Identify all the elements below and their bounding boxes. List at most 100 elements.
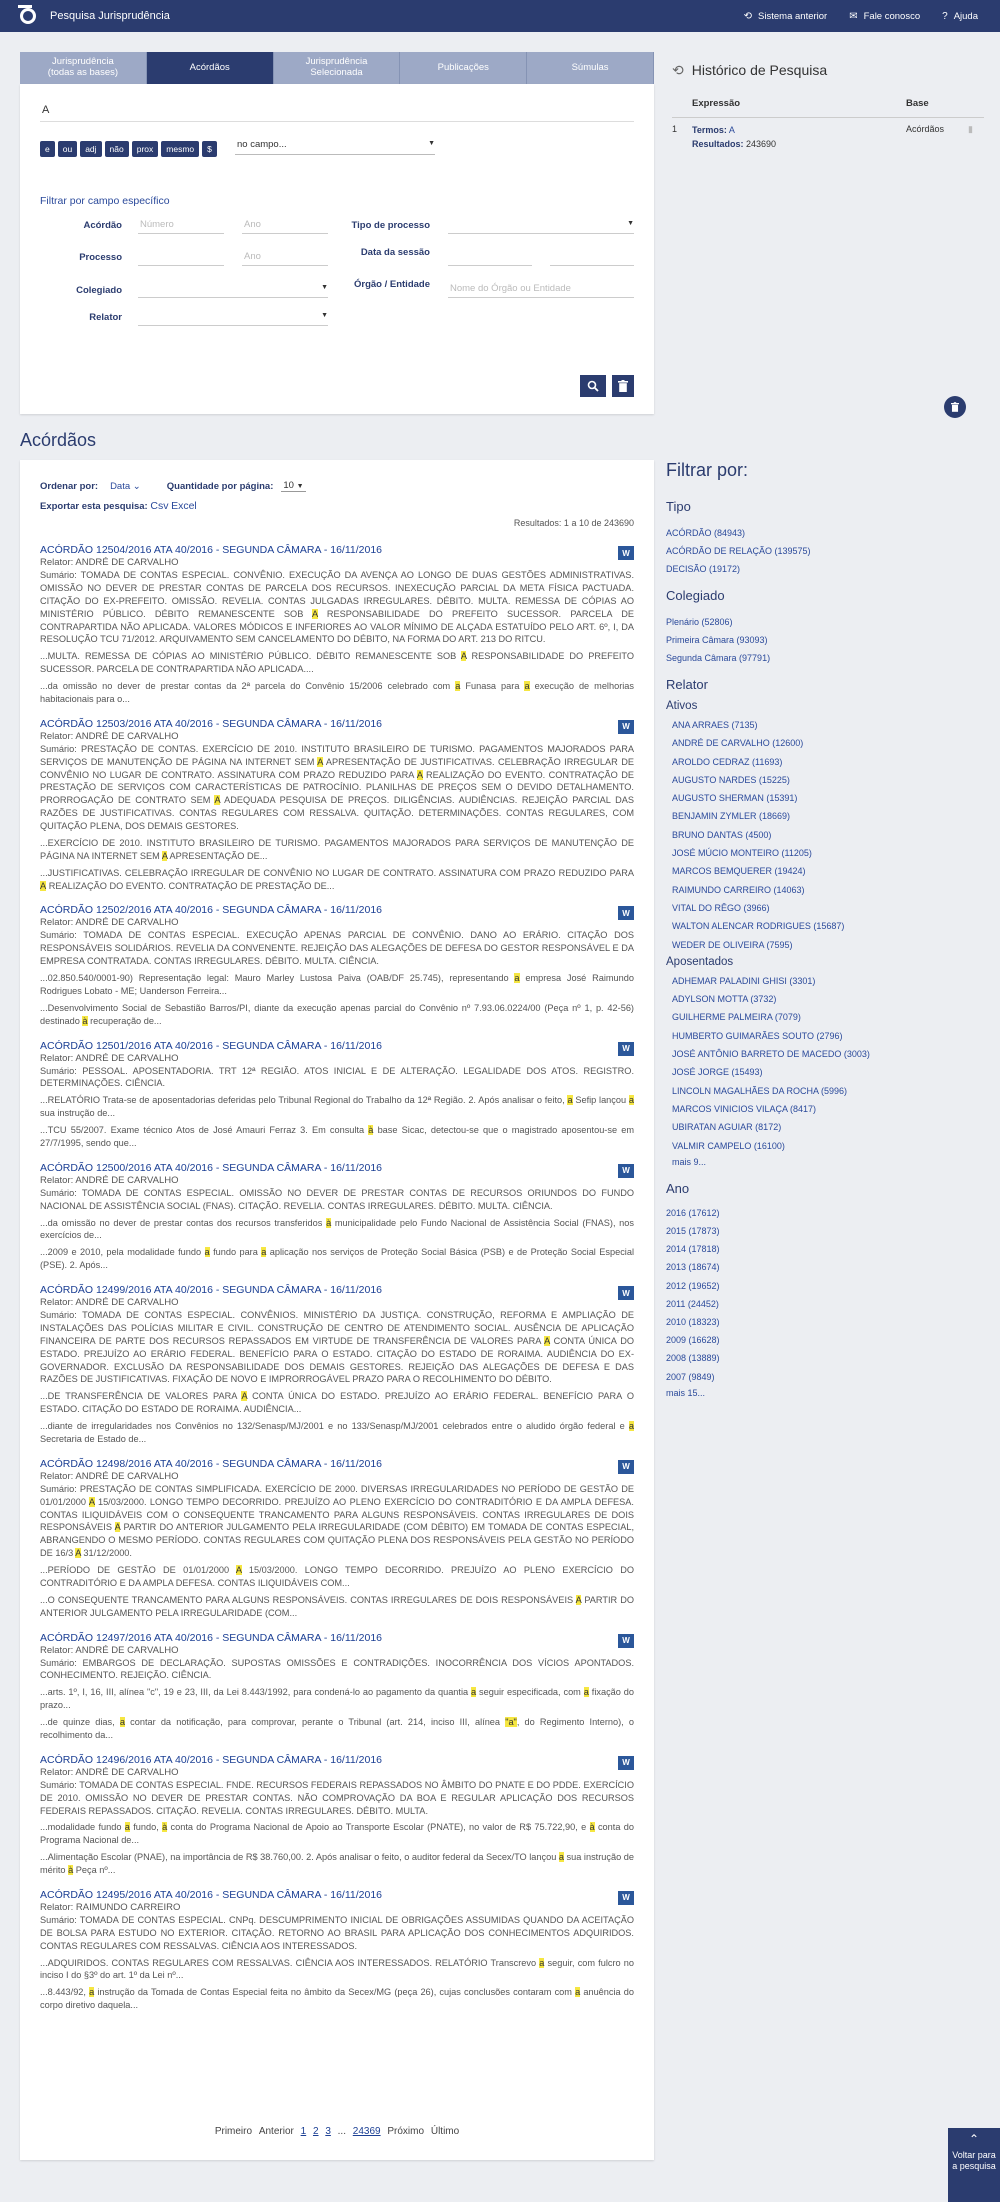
result-title-link[interactable]: ACÓRDÃO 12500/2016 ATA 40/2016 - SEGUNDA…	[40, 1162, 634, 1174]
word-doc-icon[interactable]: W	[618, 1633, 634, 1648]
operator-button-5[interactable]: mesmo	[161, 141, 200, 157]
word-doc-icon[interactable]: W	[618, 546, 634, 560]
help-link[interactable]: ? Ajuda	[942, 11, 978, 22]
search-query-input[interactable]: A	[40, 98, 634, 122]
facet-relator-ativo-1[interactable]: ANDRÉ DE CARVALHO (12600)	[672, 734, 984, 752]
page-link-1[interactable]: 1	[301, 2126, 307, 2137]
facet-relator-aposentado-4[interactable]: JOSÉ ANTÔNIO BARRETO DE MACEDO (3003)	[672, 1045, 984, 1063]
trash-icon[interactable]: ▮	[968, 124, 973, 135]
facet-tipo-item-2[interactable]: DECISÃO (19172)	[666, 560, 984, 578]
facet-relator-ativo-3[interactable]: AUGUSTO NARDES (15225)	[672, 771, 984, 789]
export-excel-link[interactable]: Excel	[171, 500, 197, 512]
facet-relator-ativo-11[interactable]: WALTON ALENCAR RODRIGUES (15687)	[672, 917, 984, 935]
facet-ano-item-6[interactable]: 2010 (18323)	[666, 1313, 984, 1331]
facet-relator-aposentado-2[interactable]: GUILHERME PALMEIRA (7079)	[672, 1008, 984, 1026]
facet-ano-item-9[interactable]: 2007 (9849)	[666, 1368, 984, 1386]
operator-button-4[interactable]: prox	[131, 141, 159, 157]
facet-relator-aposentado-9[interactable]: VALMIR CAMPELO (16100)	[672, 1137, 984, 1155]
processo-year-input[interactable]: Ano	[242, 251, 328, 266]
tab-0[interactable]: Jurisprudência (todas as bases)	[20, 52, 147, 84]
relator-select[interactable]: ▼	[138, 311, 328, 326]
facet-relator-aposentado-6[interactable]: LINCOLN MAGALHÃES DA ROCHA (5996)	[672, 1082, 984, 1100]
tab-1[interactable]: Acórdãos	[146, 52, 274, 84]
last-page-link[interactable]: Último	[431, 2126, 459, 2137]
clear-history-button[interactable]	[944, 396, 966, 418]
facet-ano-item-8[interactable]: 2008 (13889)	[666, 1349, 984, 1367]
facet-relator-ativo-10[interactable]: VITAL DO RÊGO (3966)	[672, 899, 984, 917]
clear-button[interactable]	[612, 375, 634, 397]
operator-button-1[interactable]: ou	[57, 141, 78, 157]
facet-relator-ativo-9[interactable]: RAIMUNDO CARREIRO (14063)	[672, 881, 984, 899]
result-title-link[interactable]: ACÓRDÃO 12495/2016 ATA 40/2016 - SEGUNDA…	[40, 1889, 634, 1901]
acordao-year-input[interactable]: Ano	[242, 219, 328, 234]
data-end-input[interactable]	[550, 251, 634, 266]
word-doc-icon[interactable]: W	[618, 1286, 634, 1300]
facet-ano-item-0[interactable]: 2016 (17612)	[666, 1204, 984, 1222]
word-doc-icon[interactable]: W	[618, 1163, 634, 1178]
first-page-link[interactable]: Primeiro	[215, 2126, 252, 2137]
facet-colegiado-item-2[interactable]: Segunda Câmara (97791)	[666, 649, 984, 667]
facet-colegiado-item-0[interactable]: Plenário (52806)	[666, 613, 984, 631]
order-select[interactable]: Data ⌄	[110, 481, 141, 492]
word-doc-icon[interactable]: W	[618, 906, 634, 921]
facet-ano-item-2[interactable]: 2014 (17818)	[666, 1240, 984, 1258]
result-title-link[interactable]: ACÓRDÃO 12504/2016 ATA 40/2016 - SEGUNDA…	[40, 544, 634, 556]
result-title-link[interactable]: ACÓRDÃO 12496/2016 ATA 40/2016 - SEGUNDA…	[40, 1754, 634, 1766]
facet-relator-ativo-0[interactable]: ANA ARRAES (7135)	[672, 716, 984, 734]
facet-tipo-item-0[interactable]: ACÓRDÃO (84943)	[666, 524, 984, 542]
facet-relator-ativo-6[interactable]: BRUNO DANTAS (4500)	[672, 826, 984, 844]
contact-link[interactable]: ✉ Fale conosco	[849, 11, 920, 22]
operator-button-6[interactable]: $	[202, 141, 217, 157]
prev-page-link[interactable]: Anterior	[259, 2126, 294, 2137]
processo-number-input[interactable]	[138, 251, 224, 266]
facet-relator-ativo-2[interactable]: AROLDO CEDRAZ (11693)	[672, 753, 984, 771]
word-doc-icon[interactable]: W	[618, 1459, 634, 1474]
facet-relator-ativo-12[interactable]: WEDER DE OLIVEIRA (7595)	[672, 936, 984, 954]
word-doc-icon[interactable]: W	[618, 1890, 634, 1905]
export-csv-link[interactable]: Csv	[150, 500, 168, 512]
relator-more-link[interactable]: mais 9...	[666, 1157, 984, 1167]
tcu-logo[interactable]	[16, 5, 42, 27]
result-title-link[interactable]: ACÓRDÃO 12501/2016 ATA 40/2016 - SEGUNDA…	[40, 1040, 634, 1052]
old-system-link[interactable]: ⟲ Sistema anterior	[744, 11, 828, 22]
qty-select[interactable]: 10 ▼	[281, 480, 306, 492]
result-title-link[interactable]: ACÓRDÃO 12499/2016 ATA 40/2016 - SEGUNDA…	[40, 1284, 634, 1296]
last-page-number[interactable]: 24369	[353, 2126, 381, 2137]
page-link-3[interactable]: 3	[325, 2126, 331, 2137]
facet-ano-item-4[interactable]: 2012 (19652)	[666, 1277, 984, 1295]
back-to-search-button[interactable]: ⌃ Voltar para a pesquisa	[948, 2128, 1000, 2202]
facet-relator-aposentado-8[interactable]: UBIRATAN AGUIAR (8172)	[672, 1118, 984, 1136]
word-doc-icon[interactable]: W	[618, 719, 634, 734]
facet-relator-ativo-7[interactable]: JOSÉ MÚCIO MONTEIRO (11205)	[672, 844, 984, 862]
facet-relator-ativo-8[interactable]: MARCOS BEMQUERER (19424)	[672, 862, 984, 880]
next-page-link[interactable]: Próximo	[387, 2126, 424, 2137]
facet-ano-item-3[interactable]: 2013 (18674)	[666, 1258, 984, 1276]
result-title-link[interactable]: ACÓRDÃO 12497/2016 ATA 40/2016 - SEGUNDA…	[40, 1632, 634, 1644]
word-doc-icon[interactable]: W	[618, 1755, 634, 1770]
orgao-input[interactable]: Nome do Órgão ou Entidade	[448, 283, 634, 298]
facet-relator-aposentado-5[interactable]: JOSÉ JORGE (15493)	[672, 1063, 984, 1081]
colegiado-select[interactable]: ▼	[138, 283, 328, 298]
page-link-2[interactable]: 2	[313, 2126, 319, 2137]
result-title-link[interactable]: ACÓRDÃO 12498/2016 ATA 40/2016 - SEGUNDA…	[40, 1458, 634, 1470]
operator-button-2[interactable]: adj	[80, 141, 102, 157]
facet-relator-ativo-5[interactable]: BENJAMIN ZYMLER (18669)	[672, 807, 984, 825]
facet-relator-ativo-4[interactable]: AUGUSTO SHERMAN (15391)	[672, 789, 984, 807]
facet-ano-item-7[interactable]: 2009 (16628)	[666, 1331, 984, 1349]
facet-relator-aposentado-1[interactable]: ADYLSON MOTTA (3732)	[672, 990, 984, 1008]
tab-3[interactable]: Publicações	[400, 52, 528, 84]
facet-tipo-item-1[interactable]: ACÓRDÃO DE RELAÇÃO (139575)	[666, 542, 984, 560]
operator-button-0[interactable]: e	[40, 141, 55, 157]
result-title-link[interactable]: ACÓRDÃO 12502/2016 ATA 40/2016 - SEGUNDA…	[40, 904, 634, 916]
data-start-input[interactable]	[448, 251, 532, 266]
tipo-processo-select[interactable]: ▼	[448, 219, 634, 234]
operator-button-3[interactable]: não	[104, 141, 129, 157]
acordao-number-input[interactable]: Número	[138, 219, 224, 234]
tab-2[interactable]: Jurisprudência Selecionada	[273, 52, 401, 84]
search-button[interactable]	[580, 375, 606, 397]
facet-relator-aposentado-7[interactable]: MARCOS VINICIOS VILAÇA (8417)	[672, 1100, 984, 1118]
tab-4[interactable]: Súmulas	[527, 52, 654, 84]
field-select[interactable]: no campo... ▼	[235, 139, 435, 155]
result-title-link[interactable]: ACÓRDÃO 12503/2016 ATA 40/2016 - SEGUNDA…	[40, 718, 634, 730]
facet-relator-aposentado-3[interactable]: HUMBERTO GUIMARÃES SOUTO (2796)	[672, 1027, 984, 1045]
